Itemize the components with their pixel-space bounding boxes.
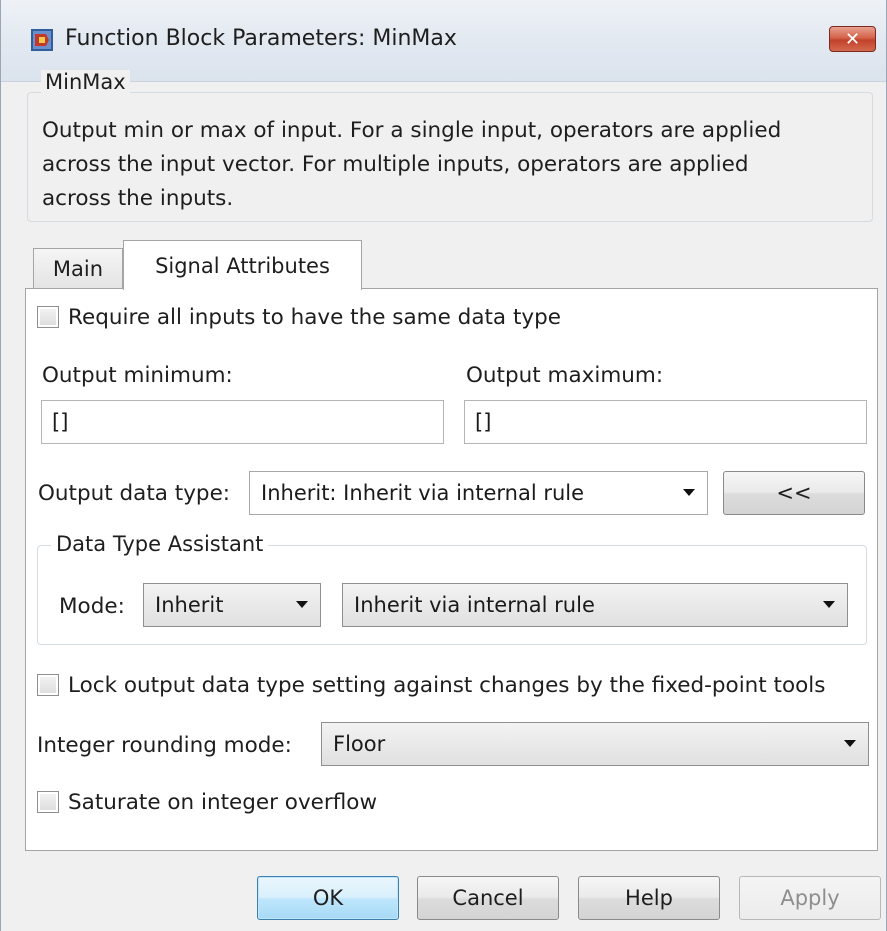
tab-signal-attributes[interactable]: Signal Attributes [123,240,362,290]
integer-rounding-select[interactable]: Floor [321,722,869,766]
output-data-type-value: Inherit: Inherit via internal rule [261,481,585,505]
inherit-rule-select[interactable]: Inherit via internal rule [342,583,848,627]
ok-button[interactable]: OK [257,876,399,920]
integer-rounding-value: Floor [333,732,386,756]
title-bar[interactable]: Function Block Parameters: MinMax ✕ [1,0,886,82]
lock-output-checkbox[interactable] [37,674,59,696]
output-minimum-input[interactable]: [] [41,400,444,444]
chevron-down-icon [296,601,308,608]
description-line-1: Output min or max of input. For a single… [42,118,782,143]
chevron-down-icon [683,489,695,496]
require-same-type-label: Require all inputs to have the same data… [68,305,561,330]
tab-main-label: Main [52,256,104,281]
description-line-3: across the inputs. [42,186,234,211]
help-button[interactable]: Help [578,876,720,920]
saturate-label: Saturate on integer overflow [68,790,378,815]
tab-signal-attributes-label: Signal Attributes [155,253,330,278]
inherit-rule-value: Inherit via internal rule [354,593,595,617]
description-line-2: across the input vector. For multiple in… [42,152,749,177]
output-maximum-input[interactable]: [] [464,400,867,444]
chevron-down-icon [823,601,835,608]
require-same-type-checkbox[interactable] [37,306,59,328]
mode-label: Mode: [59,594,125,619]
close-icon: ✕ [844,28,861,50]
apply-button[interactable]: Apply [739,876,881,920]
lock-output-label: Lock output data type setting against ch… [68,673,826,698]
output-data-type-select[interactable]: Inherit: Inherit via internal rule [249,471,708,515]
description-group-title: MinMax [41,70,130,94]
window-title: Function Block Parameters: MinMax [65,26,457,51]
mode-value: Inherit [155,593,224,617]
tab-main[interactable]: Main [33,248,123,288]
dialog-window: Function Block Parameters: MinMax ✕ MinM… [0,0,887,931]
output-data-type-label: Output data type: [38,481,231,506]
chevron-down-icon [844,740,856,747]
mode-select[interactable]: Inherit [143,583,321,627]
output-maximum-label: Output maximum: [466,363,664,388]
close-button[interactable]: ✕ [829,26,876,52]
integer-rounding-label: Integer rounding mode: [37,733,292,758]
data-type-assistant-toggle-button[interactable]: << [723,471,865,515]
saturate-checkbox[interactable] [37,791,59,813]
data-type-assistant-title: Data Type Assistant [51,532,269,556]
output-minimum-label: Output minimum: [42,363,233,388]
simulink-block-icon [31,29,53,51]
cancel-button[interactable]: Cancel [417,876,559,920]
